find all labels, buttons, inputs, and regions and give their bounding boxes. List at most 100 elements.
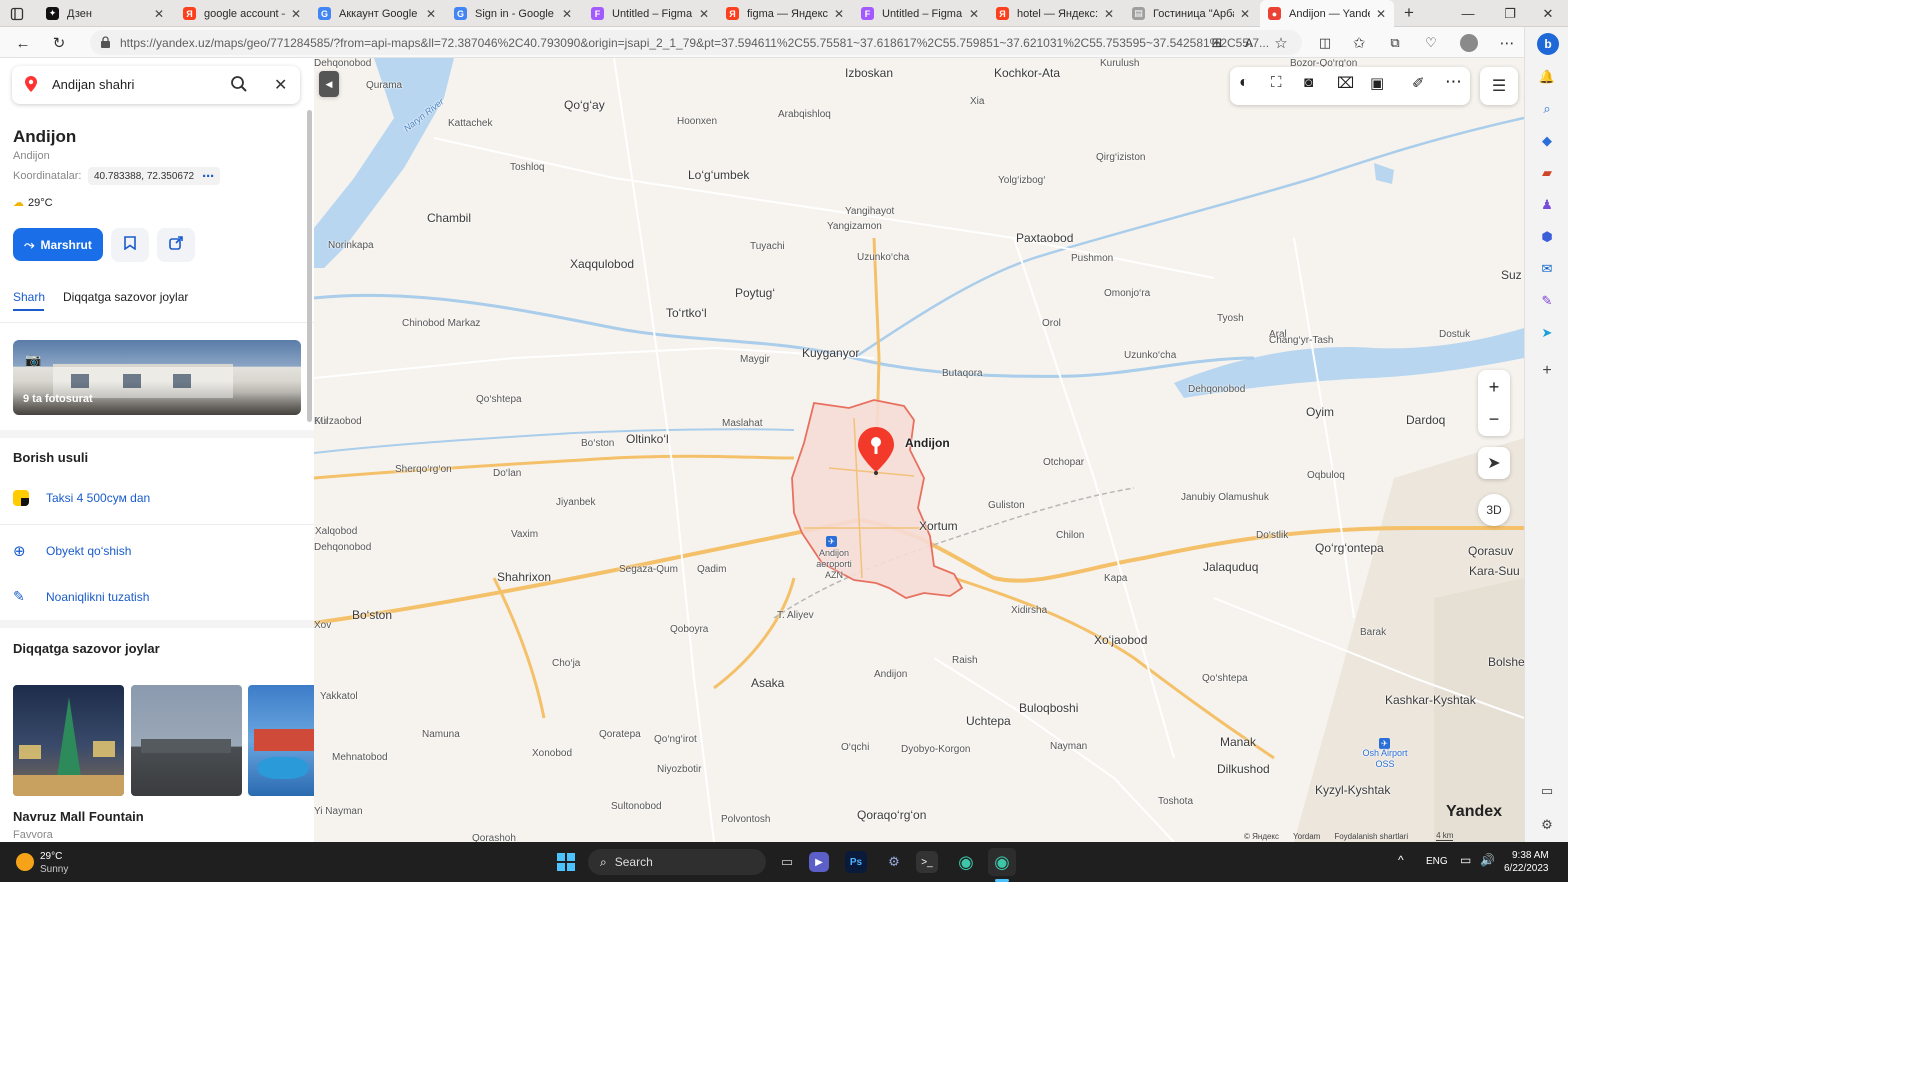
map-place-label[interactable]: Uzunko‘cha bbox=[1124, 350, 1176, 361]
attraction-photo-1[interactable] bbox=[13, 685, 124, 796]
map-place-label[interactable]: Asaka bbox=[751, 676, 784, 690]
tilt-3d-button[interactable]: 3D bbox=[1478, 494, 1510, 526]
map-place-label[interactable]: Qirg‘iziston bbox=[1096, 152, 1145, 163]
close-tab-icon[interactable]: ✕ bbox=[1376, 7, 1386, 21]
map-place-label[interactable]: Sultonobod bbox=[611, 801, 662, 812]
map-place-label[interactable]: Otchopar bbox=[1043, 457, 1084, 468]
map-place-label[interactable]: Xo‘jaobod bbox=[1094, 633, 1147, 647]
search-box[interactable]: Andijan shahri ✕ bbox=[12, 66, 300, 104]
photo-card[interactable]: 📷 9 ta fotosurat bbox=[13, 340, 301, 415]
browser-tab[interactable]: Яgoogle account — ✕ bbox=[175, 0, 309, 27]
more-menu-icon[interactable]: ⋯ bbox=[1494, 30, 1520, 56]
map-place-label[interactable]: Sherqo‘rg‘on bbox=[395, 464, 452, 475]
close-window-button[interactable]: ✕ bbox=[1528, 0, 1568, 27]
map-place-label[interactable]: Jalaquduq bbox=[1203, 560, 1258, 574]
map-place-label[interactable]: Yangihayot bbox=[845, 206, 894, 217]
map-place-label[interactable]: Toshloq bbox=[510, 162, 544, 173]
collapse-panel-button[interactable]: ◀ bbox=[319, 71, 339, 97]
map-place-label[interactable]: Lo‘g‘umbek bbox=[688, 168, 749, 182]
taskbar-search[interactable]: ⌕ Search bbox=[588, 849, 766, 875]
browser-tab[interactable]: G Аккаунт Google ✕ bbox=[310, 0, 444, 27]
browser-tab[interactable]: F Untitled – Figma ✕ bbox=[583, 0, 717, 27]
attraction-name[interactable]: Navruz Mall Fountain bbox=[13, 809, 144, 824]
photoshop-icon[interactable]: Ps bbox=[845, 851, 867, 873]
settings-app-icon[interactable]: ⚙ bbox=[880, 848, 908, 876]
chevron-up-icon[interactable]: ^ bbox=[1398, 853, 1404, 867]
map-place-label[interactable]: Xov bbox=[314, 620, 331, 631]
favorite-star-icon[interactable]: ☆ bbox=[1268, 30, 1294, 56]
map-place-label[interactable]: Xortum bbox=[919, 519, 958, 533]
tab-actions-icon[interactable] bbox=[8, 5, 26, 23]
map-place-label[interactable]: Oyim bbox=[1306, 405, 1334, 419]
layers-icon[interactable]: ◐ bbox=[1239, 74, 1249, 92]
map-place-label[interactable]: Butaqora bbox=[942, 368, 983, 379]
shopping-tag-icon[interactable]: ◆ bbox=[1537, 131, 1557, 151]
map-place-label[interactable]: Yangizamon bbox=[827, 221, 882, 232]
map-place-label[interactable]: Dostuk bbox=[1439, 329, 1470, 340]
bing-copilot-icon[interactable]: b bbox=[1537, 33, 1559, 55]
share-button[interactable] bbox=[157, 228, 195, 262]
map-place-label[interactable]: Nayman bbox=[1050, 741, 1087, 752]
panorama-icon[interactable]: ⛶ bbox=[1271, 74, 1282, 91]
map-place-label[interactable]: Barak bbox=[1360, 627, 1386, 638]
zoom-out-button[interactable]: − bbox=[1478, 404, 1510, 434]
search-icon[interactable] bbox=[230, 75, 248, 98]
help-link[interactable]: Yordam bbox=[1293, 832, 1320, 841]
games-icon[interactable]: ♟ bbox=[1537, 195, 1557, 215]
map-place-label[interactable]: Kapa bbox=[1104, 573, 1127, 584]
map-place-label[interactable]: Kattachek bbox=[448, 118, 492, 129]
map-place-label[interactable]: T. Aliyev bbox=[777, 610, 814, 621]
map-place-label[interactable]: Kochkor-Ata bbox=[994, 66, 1060, 80]
browser-tab[interactable]: Яhotel — Яндекс: на ✕ bbox=[988, 0, 1122, 27]
restore-button[interactable]: ❐ bbox=[1490, 0, 1530, 27]
map-place-label[interactable]: Kyzyl-Kyshtak bbox=[1315, 783, 1390, 797]
hide-sidebar-icon[interactable]: ▭ bbox=[1537, 781, 1557, 801]
menu-button[interactable]: ☰ bbox=[1480, 67, 1518, 105]
browser-tab[interactable]: G Sign in - Google A ✕ bbox=[446, 0, 580, 27]
close-tab-icon[interactable]: ✕ bbox=[834, 7, 844, 21]
map-place-label[interactable]: Toshota bbox=[1158, 796, 1193, 807]
map-place-label[interactable]: Izboskan bbox=[845, 66, 893, 80]
map-place-label[interactable]: Guliston bbox=[988, 500, 1025, 511]
close-tab-icon[interactable]: ✕ bbox=[699, 7, 709, 21]
browser-tab[interactable]: ✦ Дзен ✕ bbox=[38, 0, 172, 27]
map-place-label[interactable]: Xonobod bbox=[532, 748, 572, 759]
map-place-label[interactable]: Xalqobod bbox=[315, 526, 357, 537]
panel-scrollbar[interactable] bbox=[307, 110, 312, 422]
tab-attractions[interactable]: Diqqatga sazovor joylar bbox=[63, 290, 188, 304]
language-indicator[interactable]: ENG bbox=[1426, 856, 1448, 867]
map-place-label[interactable]: Hoonxen bbox=[677, 116, 717, 127]
map-place-label[interactable]: To‘rtko‘l bbox=[666, 306, 707, 320]
map-place-label[interactable]: Qadim bbox=[697, 564, 726, 575]
map-place-label[interactable]: Dehqonobod bbox=[314, 58, 371, 69]
map-place-label[interactable]: Janubiy Olamushuk bbox=[1181, 492, 1269, 503]
bell-icon[interactable]: 🔔 bbox=[1537, 67, 1557, 87]
map-place-label[interactable]: Vaxim bbox=[511, 529, 538, 540]
map-place-label[interactable]: Poytug‘ bbox=[735, 286, 775, 300]
map-place-label[interactable]: Yi Nayman bbox=[314, 806, 363, 817]
clock-time[interactable]: 9:38 AM bbox=[1512, 850, 1549, 861]
close-tab-icon[interactable]: ✕ bbox=[562, 7, 572, 21]
map-place-label[interactable]: Yakkatol bbox=[320, 691, 358, 702]
favorites-icon[interactable]: ✩ bbox=[1346, 30, 1372, 56]
map-place-label[interactable]: Uzunko‘cha bbox=[857, 252, 909, 263]
map-place-label[interactable]: Oltinko‘l bbox=[626, 432, 669, 446]
map-place-label[interactable]: Orol bbox=[1042, 318, 1061, 329]
traffic-icon[interactable]: ▣ bbox=[1370, 74, 1384, 92]
map-place-label[interactable]: Shahrixon bbox=[497, 570, 551, 584]
network-icon[interactable]: ▭ bbox=[1460, 853, 1471, 867]
map-place-label[interactable]: Qoratepa bbox=[599, 729, 641, 740]
outlook-icon[interactable]: ✉ bbox=[1537, 259, 1557, 279]
microsoft365-icon[interactable]: ⬢ bbox=[1537, 227, 1557, 247]
map-place-label[interactable]: Kashkar-Kyshtak bbox=[1385, 693, 1476, 707]
clock-date[interactable]: 6/22/2023 bbox=[1504, 863, 1549, 874]
browser-tab[interactable]: ● Andijon — Yandex ✕ bbox=[1260, 0, 1394, 27]
map-canvas[interactable]: Izboskan Qurama Qo‘g‘ay Kattachek Hoonxen Ara… bbox=[314, 58, 1524, 842]
map-place-label[interactable]: Xia bbox=[970, 96, 984, 107]
map-place-label[interactable]: Qo‘shtepa bbox=[476, 394, 522, 405]
app-available-icon[interactable]: ⊞ bbox=[1204, 30, 1230, 56]
more-dots-icon[interactable]: ⋯ bbox=[202, 169, 214, 183]
my-location-button[interactable]: ➤ bbox=[1478, 447, 1510, 479]
map-place-label[interactable]: Do‘stlik bbox=[1256, 530, 1288, 541]
map-place-label[interactable]: Manak bbox=[1220, 735, 1256, 749]
